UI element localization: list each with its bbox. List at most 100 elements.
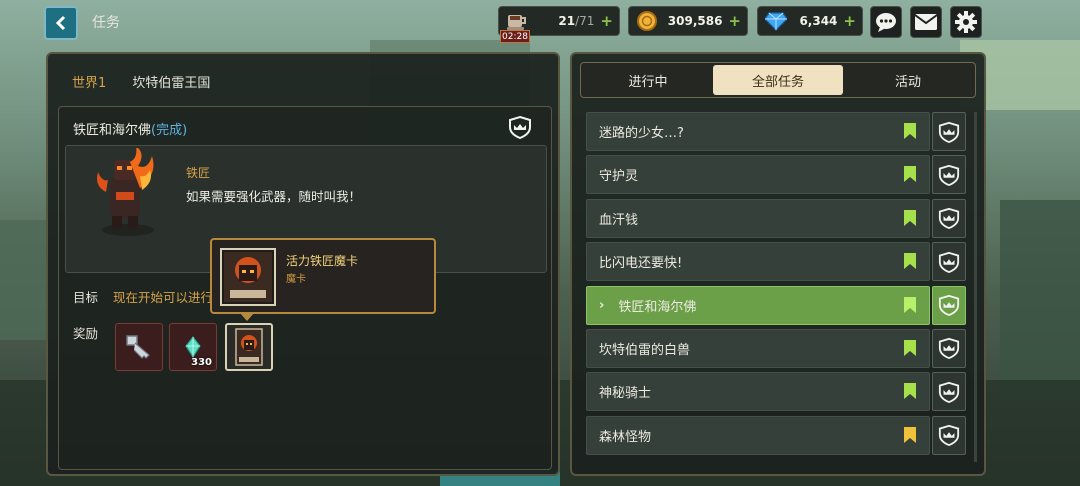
shield-crown-icon [938,294,960,317]
gem-counter[interactable]: 6,344 + [757,6,863,36]
area-label: 坎特伯雷王国 [132,76,211,91]
tab-events[interactable]: 活动 [843,65,973,95]
shield-crown-icon [938,338,960,360]
quest-status: (完成) [151,123,188,138]
stamina-current: 21 [558,14,576,28]
quest-row-label-box[interactable]: 神秘骑士 [586,372,930,412]
quest-shield-button[interactable] [932,372,966,412]
reward-key[interactable] [115,323,163,371]
goal-text: 现在开始可以进行 [113,290,214,305]
bookmark-flag-icon [904,383,916,400]
bookmark-flag-icon [904,209,916,226]
quest-row-label: 神秘骑士 [599,386,652,402]
reward-label: 奖励 [73,326,99,341]
card-icon [235,328,263,366]
envelope-icon [914,14,938,30]
quest-tabs: 进行中 全部任务 活动 [580,62,976,98]
quest-title: 铁匠和海尔佛(完成) [73,119,187,138]
bookmark-flag-icon [904,123,916,139]
shield-crown-icon[interactable] [507,115,533,139]
quest-shield-button[interactable] [932,242,966,282]
quest-shield-button[interactable] [932,285,966,325]
quest-shield-button[interactable] [932,155,966,195]
tab-in-progress[interactable]: 进行中 [583,65,713,95]
tooltip-item-name: 活力铁匠魔卡 [286,254,359,268]
quest-row[interactable]: › 铁匠和海尔佛 [586,284,968,327]
add-gem-icon[interactable]: + [843,12,856,30]
quest-row-label: 坎特伯雷的白兽 [599,342,691,358]
gem-amount: 6,344 [799,14,838,28]
quest-row[interactable]: 森林怪物 [586,414,968,457]
key-icon [126,335,150,359]
world-label: 世界1 [72,76,107,91]
quest-row-label: 比闪电还要快! [599,256,683,272]
bookmark-flag-icon [904,166,916,183]
quest-shield-button[interactable] [932,112,966,151]
quest-list[interactable]: 迷路的少女…? 守护灵血汗钱比闪电还要快! › 铁匠和海尔佛坎特伯雷的白兽 神秘骑士森林… [586,110,968,470]
tooltip-pointer [239,312,255,321]
quest-row-label-box[interactable]: 守护灵 [586,155,930,195]
goal-label: 目标 [73,290,99,305]
chevron-right-icon: › [599,297,605,313]
add-stamina-icon[interactable]: + [600,12,613,30]
quest-row-label-box[interactable]: › 铁匠和海尔佛 [586,285,930,325]
quest-row-label: 森林怪物 [599,429,652,445]
crystal-icon [185,336,201,358]
quest-row[interactable]: 守护灵 [586,153,968,196]
shield-crown-icon [938,425,960,447]
card-icon [224,252,272,302]
quest-row-label-box[interactable]: 迷路的少女…? [586,112,930,151]
gold-amount: 309,586 [667,14,723,28]
mail-button[interactable] [910,6,942,38]
settings-button[interactable] [950,6,982,38]
add-gold-icon[interactable]: + [728,12,741,30]
quest-row-label-box[interactable]: 血汗钱 [586,198,930,238]
quest-row-label-box[interactable]: 比闪电还要快! [586,242,930,282]
stamina-timer: 02:28 [500,30,530,43]
reward-count: 330 [191,357,212,368]
quest-row-label: 铁匠和海尔佛 [618,299,697,315]
shield-crown-icon [938,164,960,186]
page-title: 任务 [92,15,120,31]
shield-crown-icon [938,381,960,403]
npc-dialog-text: 如果需要强化武器，随时叫我！ [186,189,362,204]
quest-row[interactable]: 血汗钱 [586,197,968,240]
card-preview [220,248,276,306]
bookmark-flag-icon [904,296,916,313]
bookmark-flag-icon [904,339,916,356]
npc-name: 铁匠 [186,166,211,180]
quest-shield-button[interactable] [932,198,966,238]
breadcrumb: 世界1 坎特伯雷王国 [72,72,210,91]
gold-coin-icon [633,9,661,33]
gear-icon [955,11,977,33]
bookmark-flag-icon [904,253,916,270]
quest-row-label-box[interactable]: 森林怪物 [586,415,930,455]
chat-bubble-icon [876,13,896,32]
shield-crown-icon [938,208,960,230]
back-button[interactable] [44,6,78,40]
diamond-icon [762,9,790,33]
quest-shield-button[interactable] [932,328,966,368]
quest-row-label-box[interactable]: 坎特伯雷的白兽 [586,328,930,368]
reward-tooltip: 活力铁匠魔卡 魔卡 [210,238,436,314]
gold-counter[interactable]: 309,586 + [628,6,748,36]
quest-row[interactable]: 迷路的少女…? [586,110,968,153]
reward-crystal[interactable]: 330 [169,323,217,371]
quest-row[interactable]: 神秘骑士 [586,370,968,413]
blacksmith-portrait [97,148,154,236]
quest-title-text: 铁匠和海尔佛 [73,123,152,138]
quest-row-label: 守护灵 [599,169,639,185]
reward-card[interactable] [225,323,273,371]
quest-row-label: 迷路的少女…? [599,126,684,141]
chevron-left-icon [55,15,66,31]
quest-row[interactable]: 比闪电还要快! [586,240,968,283]
chat-button[interactable] [870,6,902,38]
tab-all-quests[interactable]: 全部任务 [713,65,843,95]
quest-row-label: 血汗钱 [599,212,639,228]
quest-list-scrollbar[interactable] [974,112,977,462]
shield-crown-icon [938,251,960,273]
stamina-max: /71 [575,14,595,28]
quest-row[interactable]: 坎特伯雷的白兽 [586,327,968,370]
shield-crown-icon [938,121,960,143]
quest-shield-button[interactable] [932,415,966,455]
